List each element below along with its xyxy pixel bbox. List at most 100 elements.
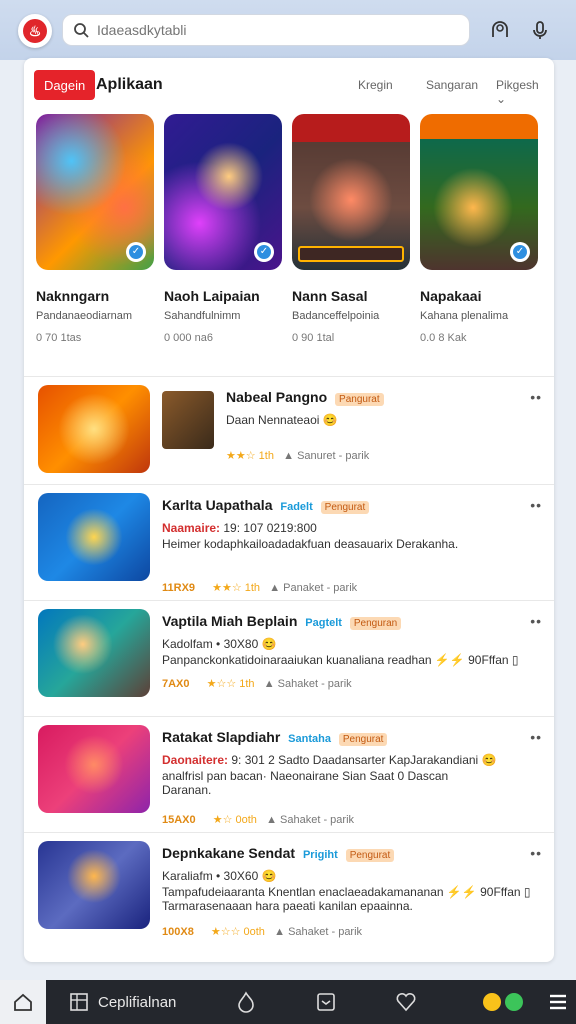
- home-button[interactable]: [0, 980, 46, 1024]
- inbox-nav-button[interactable]: [312, 980, 340, 1024]
- download-count: 15AX0: [162, 814, 196, 826]
- app-name: Nann Sasal: [292, 288, 368, 304]
- download-count: 100X8: [162, 926, 194, 938]
- app-stats: 15AX0 ★☆ 0oth ▲ Sahaket - parik: [162, 813, 354, 826]
- app-description: analfrisl pan bacan· Naeonairane Sian Sa…: [162, 769, 449, 797]
- app-stats: 100X8 ★☆☆ 0oth ▲ Sahaket - parik: [162, 925, 362, 938]
- list-item[interactable]: Vaptila Miah Beplain Pagtelt Penguran Ka…: [24, 600, 554, 716]
- category-badge: Prigiht: [302, 849, 338, 861]
- download-icon: ▲: [283, 450, 294, 462]
- home-icon: [14, 993, 32, 1011]
- app-logo[interactable]: ♨: [18, 14, 52, 48]
- download-icon: ▲: [263, 678, 275, 690]
- app-title: Depnkakane Sendat Prigiht Pengurat: [162, 845, 395, 862]
- status-badge: Pengurat: [320, 501, 370, 514]
- app-subtitle: Kahana plenalima: [420, 310, 509, 322]
- featured-item[interactable]: ✓ Napakaai Kahana plenalima 0.0 8 Kak: [420, 114, 538, 344]
- list-item[interactable]: Nabeal Pangno Pangurat Daan Nennateaoi 😊…: [24, 376, 554, 492]
- category-badge: Pagtelt: [305, 617, 342, 629]
- apps-nav-button[interactable]: Ceplifialnan: [68, 980, 176, 1024]
- menu-button[interactable]: [544, 980, 572, 1024]
- featured-item[interactable]: ✓ Naknngarn Pandanaeodiarnam 0 70 1tas: [36, 114, 154, 344]
- more-options-icon[interactable]: ••: [530, 729, 542, 745]
- download-icon: ▲: [269, 582, 281, 594]
- app-size: Panaket - parik: [283, 582, 358, 594]
- rating: ★☆☆ 1th: [206, 678, 255, 690]
- tab-active[interactable]: Dagein: [34, 70, 96, 100]
- app-title: Ratakat Slapdiahr Santaha Pengurat: [162, 729, 388, 746]
- list-item[interactable]: Karlta Uapathala Fadelt Pengurat Naamair…: [24, 484, 554, 600]
- app-size: Sanuret - parik: [297, 450, 370, 462]
- top-bar: ♨: [0, 0, 576, 60]
- featured-item[interactable]: ✓ Naoh Laipaian Sahandfulnimm 0 000 na6: [164, 114, 282, 344]
- list-item[interactable]: Depnkakane Sendat Prigiht Pengurat Karal…: [24, 832, 554, 948]
- featured-carousel[interactable]: ✓ Naknngarn Pandanaeodiarnam 0 70 1tas ✓…: [36, 114, 554, 354]
- app-size: Sahaket - parik: [288, 926, 363, 938]
- rating: ★★☆ 1th: [212, 582, 261, 594]
- account-icon[interactable]: [486, 16, 514, 44]
- menu-icon: [550, 994, 566, 1010]
- search-bar[interactable]: [62, 14, 470, 46]
- app-stats: 7AX0 ★☆☆ 1th ▲ Sahaket - parik: [162, 677, 352, 690]
- more-options-icon[interactable]: ••: [530, 497, 542, 513]
- grid-icon: [70, 993, 88, 1011]
- app-meta: 0 000 na6: [164, 332, 213, 344]
- more-options-icon[interactable]: ••: [530, 845, 542, 861]
- profile-nav-button[interactable]: [478, 980, 528, 1024]
- app-thumbnail: [162, 391, 214, 449]
- more-options-icon[interactable]: ••: [530, 389, 542, 405]
- tab-pikgesh-label: Pikgesh: [496, 78, 539, 92]
- app-icon: [38, 385, 150, 473]
- app-icon: ✓: [36, 114, 154, 270]
- more-options-icon[interactable]: ••: [530, 613, 542, 629]
- app-icon: ✓: [164, 114, 282, 270]
- app-name: Naknngarn: [36, 288, 110, 304]
- search-icon: [74, 23, 89, 38]
- tab-sangaran[interactable]: Sangaran: [426, 78, 478, 92]
- favorites-nav-button[interactable]: [392, 980, 420, 1024]
- app-description: Daan Nennateaoi 😊: [226, 413, 338, 427]
- search-input[interactable]: [97, 22, 457, 38]
- status-badge: Pengurat: [338, 733, 388, 746]
- app-icon: [38, 841, 150, 929]
- app-description: Tampafudeiaaranta Knentlan enaclaeadakam…: [162, 885, 531, 913]
- app-size: Sahaket - parik: [277, 678, 352, 690]
- tab-row: Dagein Aplikaan Kregin Sangaran Pikgesh …: [34, 70, 544, 106]
- download-icon: ▲: [274, 926, 285, 938]
- logo-icon: ♨: [23, 19, 47, 43]
- app-meta: 0 70 1tas: [36, 332, 82, 344]
- app-icon: [292, 114, 410, 270]
- app-meta: 0 90 1tal: [292, 332, 335, 344]
- status-badge: Pangurat: [335, 393, 384, 406]
- app-title-text: Nabeal Pangno: [226, 389, 328, 405]
- app-title-text: Vaptila Miah Beplain: [162, 613, 298, 629]
- microphone-icon[interactable]: [526, 16, 554, 44]
- inbox-icon: [317, 993, 335, 1011]
- app-size: Sahaket - parik: [280, 814, 355, 826]
- app-title: Karlta Uapathala Fadelt Pengurat: [162, 497, 370, 514]
- tab-kregin[interactable]: Kregin: [358, 78, 393, 92]
- game-banner: [298, 246, 404, 262]
- app-info: Daonaitere: 9: 301 2 Sadto Daadansarter …: [162, 753, 497, 767]
- featured-item[interactable]: Nann Sasal Badanceffelpoinia 0 90 1tal: [292, 114, 410, 344]
- app-meta: 0.0 8 Kak: [420, 332, 467, 344]
- verified-icon: ✓: [126, 242, 146, 262]
- download-count: 11RX9: [162, 582, 196, 594]
- rating: ★☆☆ 0oth: [210, 926, 265, 938]
- app-icon: ✓: [420, 114, 538, 270]
- games-nav-button[interactable]: [232, 980, 260, 1024]
- heart-icon: [396, 992, 416, 1012]
- app-icon: [38, 609, 150, 697]
- app-info: Kadolfam • 30X80 😊: [162, 637, 277, 651]
- app-stats: 11RX9 ★★☆ 1th ▲ Panaket - parik: [162, 581, 357, 594]
- app-name: Naoh Laipaian: [164, 288, 260, 304]
- list-item[interactable]: Ratakat Slapdiahr Santaha Pengurat Daona…: [24, 716, 554, 832]
- bottom-nav: Ceplifialnan: [0, 980, 576, 1024]
- app-subtitle: Badanceffelpoinia: [292, 310, 380, 322]
- app-info-value: 19: 107 0219:800: [223, 521, 317, 535]
- download-icon: ▲: [266, 814, 277, 826]
- app-name: Napakaai: [420, 288, 482, 304]
- tab-pikgesh[interactable]: Pikgesh ⌄: [496, 78, 544, 106]
- app-title-text: Depnkakane Sendat: [162, 845, 296, 861]
- app-stats: ★★☆ 1th ▲ Sanuret - parik: [226, 449, 369, 462]
